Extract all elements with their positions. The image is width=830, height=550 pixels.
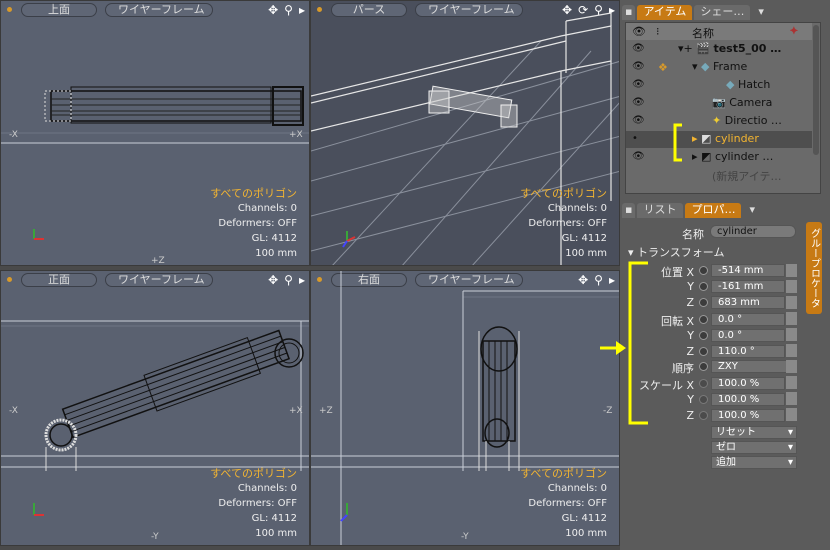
- zero-button[interactable]: ゼロ ▾: [711, 441, 797, 454]
- viewport-right[interactable]: 右面 ワイヤーフレーム ✥ ⚲ ▸ +Z -Z -Y すべてのポリゴン Channel…: [310, 270, 620, 546]
- tree-row[interactable]: 👁 ▸ ◩ cylinder …: [626, 149, 812, 166]
- scale-y-field[interactable]: 100.0 %: [711, 393, 785, 406]
- name-label: 名称: [682, 228, 704, 241]
- viewport-stats: すべてのポリゴン Channels: 0 Deformers: OFF GL: 411…: [210, 187, 297, 259]
- animate-toggle[interactable]: [699, 411, 708, 420]
- locator-icon: ◩: [701, 150, 712, 163]
- tree-row[interactable]: 👁 ◆ Hatch: [626, 77, 812, 94]
- viewport-top[interactable]: 上面 ワイヤーフレーム ✥ ⚲ ▸ -X +X +Z すべてのポリゴン Channel…: [0, 0, 310, 266]
- position-z-label: Z: [686, 296, 694, 309]
- axis-bottom-label: +Z: [151, 256, 165, 266]
- value-steppers[interactable]: [786, 264, 797, 422]
- animate-toggle[interactable]: [699, 266, 708, 275]
- scale-z-field[interactable]: 100.0 %: [711, 409, 785, 422]
- annotation-bracket-transform: [600, 261, 648, 425]
- animate-toggle[interactable]: [699, 331, 708, 340]
- group-locator-tab[interactable]: グループロケータ: [806, 222, 822, 314]
- tab-items[interactable]: アイテム: [637, 5, 693, 20]
- mesh-icon: ◆: [701, 60, 710, 73]
- lock-header-icon: ⁝: [656, 25, 660, 38]
- visibility-icon[interactable]: 👁: [632, 152, 645, 162]
- svg-text:-Y: -Y: [461, 532, 469, 542]
- tree-row[interactable]: 👁 ❖ ▾ ◆ Frame: [626, 59, 812, 76]
- animate-toggle[interactable]: [699, 282, 708, 291]
- order-label: 順序: [672, 362, 694, 375]
- visibility-icon[interactable]: 👁: [632, 62, 645, 72]
- position-y-field[interactable]: -161 mm: [711, 280, 785, 293]
- animate-toggle[interactable]: [699, 315, 708, 324]
- scale-z-label: Z: [686, 409, 694, 422]
- add-button[interactable]: 追加 ▾: [711, 456, 797, 469]
- position-z-field[interactable]: 683 mm: [711, 296, 785, 309]
- tab-shader[interactable]: シェー…: [694, 5, 751, 20]
- tree-row[interactable]: 👁 ✦ Directio …: [626, 113, 812, 130]
- tab-properties[interactable]: プロパ…: [685, 203, 742, 218]
- items-tabbar: ▪ アイテム シェー… ▾: [622, 4, 770, 20]
- rotation-z-label: Z: [686, 345, 694, 358]
- visibility-icon[interactable]: •: [632, 134, 642, 144]
- visibility-icon[interactable]: 👁: [632, 116, 645, 126]
- viewport-stats: すべてのポリゴン Channels: 0 Deformers: OFF GL: 411…: [210, 467, 297, 539]
- camera-icon: 📷: [712, 96, 726, 109]
- tree-scrollbar[interactable]: [813, 25, 819, 155]
- name-field[interactable]: cylinder: [710, 225, 796, 238]
- tab-menu-dot[interactable]: ▪: [622, 203, 636, 218]
- svg-text:-X: -X: [9, 406, 18, 416]
- visibility-icon[interactable]: 👁: [632, 80, 645, 90]
- annotation-bracket-tree: [673, 123, 682, 162]
- svg-text:-Y: -Y: [151, 532, 159, 542]
- visibility-icon[interactable]: 👁: [632, 98, 645, 108]
- scale-y-label: Y: [687, 393, 694, 406]
- tree-row[interactable]: 👁 📷 Camera: [626, 95, 812, 112]
- chevron-down-icon: ▾: [787, 457, 793, 468]
- chevron-down-icon: ▾: [787, 427, 793, 438]
- animate-toggle[interactable]: [699, 347, 708, 356]
- animate-toggle[interactable]: [699, 395, 708, 404]
- chevron-down-icon: ▾: [787, 442, 793, 453]
- scale-x-field[interactable]: 100.0 %: [711, 377, 785, 390]
- axis-right-label: +X: [289, 130, 303, 140]
- visibility-icon[interactable]: 👁: [632, 44, 645, 54]
- viewport-front[interactable]: 正面 ワイヤーフレーム ✥ ⚲ ▸ -X +X -Y すべてのポリゴン Channel…: [0, 270, 310, 546]
- viewport-stats: すべてのポリゴン Channels: 0 Deformers: OFF GL: 411…: [520, 187, 607, 259]
- tree-row-new[interactable]: (新規アイテ…: [626, 167, 812, 184]
- rotation-y-label: Y: [687, 329, 694, 342]
- tree-row-selected[interactable]: • ▸ ◩ cylinder: [626, 131, 812, 148]
- eye-header-icon: 👁: [632, 25, 646, 38]
- rotation-x-field[interactable]: 0.0 °: [711, 313, 785, 326]
- animate-toggle[interactable]: [699, 379, 708, 388]
- animate-toggle[interactable]: [699, 362, 708, 371]
- rotation-y-field[interactable]: 0.0 °: [711, 329, 785, 342]
- svg-text:+Z: +Z: [319, 406, 333, 416]
- position-x-field[interactable]: -514 mm: [711, 264, 785, 277]
- axis-left-label: -X: [9, 130, 18, 140]
- animate-toggle[interactable]: [699, 298, 708, 307]
- add-item-icon[interactable]: ⯌: [790, 24, 799, 38]
- viewport-stats: すべてのポリゴン Channels: 0 Deformers: OFF GL: 411…: [520, 467, 607, 539]
- order-select[interactable]: ZXY▾: [711, 360, 797, 373]
- tree-row[interactable]: 👁 ▾+ 🎬 test5_00 …: [626, 41, 812, 58]
- tree-header-name: 名称: [692, 27, 714, 40]
- tab-more-icon[interactable]: ▾: [752, 5, 770, 20]
- rotation-z-field[interactable]: 110.0 °: [711, 345, 785, 358]
- position-y-label: Y: [687, 280, 694, 293]
- reset-button[interactable]: リセット ▾: [711, 426, 797, 439]
- properties-tabbar: ▪ リスト プロパ… ▾: [622, 202, 761, 218]
- tab-menu-dot[interactable]: ▪: [622, 5, 636, 20]
- tab-list[interactable]: リスト: [637, 203, 684, 218]
- tab-more-icon[interactable]: ▾: [743, 203, 761, 218]
- light-icon: ✦: [712, 114, 722, 127]
- group-icon: ❖: [658, 61, 668, 74]
- svg-text:+X: +X: [289, 406, 303, 416]
- tree-header: 👁 ⁝ 名称 ⯌: [626, 23, 812, 40]
- locator-icon: ◩: [701, 132, 712, 145]
- item-tree[interactable]: 👁 ⁝ 名称 ⯌ 👁 ▾+ 🎬 test5_00 … 👁 ❖ ▾ ◆ Frame 👁 ◆…: [625, 22, 821, 194]
- viewport-perspective[interactable]: パース ワイヤーフレーム ✥ ⟳ ⚲ ▸ すべてのポリゴン Channels: 0 Def…: [310, 0, 620, 266]
- mesh-icon: ◆: [726, 78, 735, 91]
